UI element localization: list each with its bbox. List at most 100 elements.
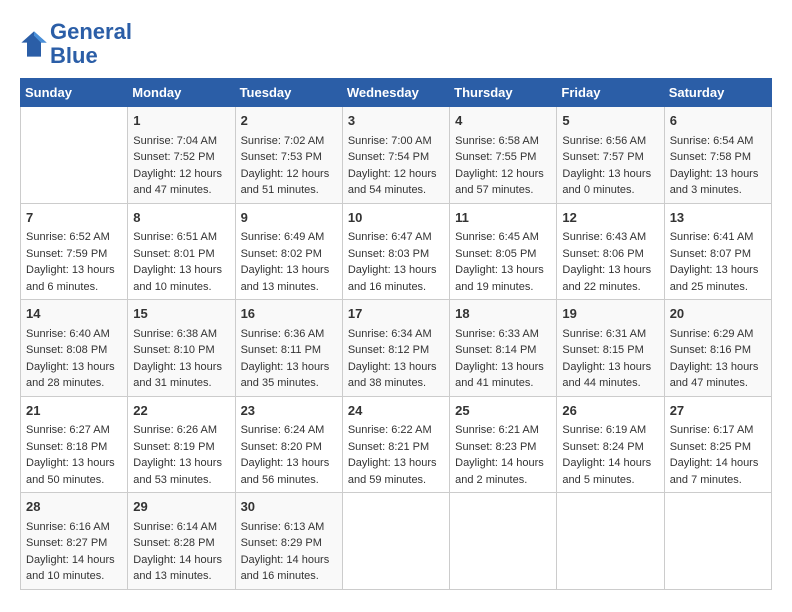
calendar-cell: 27Sunrise: 6:17 AMSunset: 8:25 PMDayligh… xyxy=(664,396,771,493)
cell-content-line: Daylight: 13 hours xyxy=(670,262,766,279)
calendar-cell: 16Sunrise: 6:36 AMSunset: 8:11 PMDayligh… xyxy=(235,300,342,397)
cell-content-line: Sunrise: 6:51 AM xyxy=(133,229,229,246)
cell-content-line: Sunrise: 7:02 AM xyxy=(241,133,337,150)
calendar-week-row: 14Sunrise: 6:40 AMSunset: 8:08 PMDayligh… xyxy=(21,300,772,397)
cell-content-line: Daylight: 12 hours xyxy=(133,166,229,183)
calendar-cell: 17Sunrise: 6:34 AMSunset: 8:12 PMDayligh… xyxy=(342,300,449,397)
calendar-cell xyxy=(450,493,557,590)
calendar-header-row: SundayMondayTuesdayWednesdayThursdayFrid… xyxy=(21,79,772,107)
calendar-cell: 4Sunrise: 6:58 AMSunset: 7:55 PMDaylight… xyxy=(450,107,557,204)
cell-content-line: Sunset: 8:05 PM xyxy=(455,246,551,263)
cell-content-line: Daylight: 14 hours xyxy=(26,552,122,569)
calendar-week-row: 28Sunrise: 6:16 AMSunset: 8:27 PMDayligh… xyxy=(21,493,772,590)
cell-content-line: and 2 minutes. xyxy=(455,472,551,489)
cell-content-line: and 50 minutes. xyxy=(26,472,122,489)
day-number: 26 xyxy=(562,401,658,421)
calendar-cell: 21Sunrise: 6:27 AMSunset: 8:18 PMDayligh… xyxy=(21,396,128,493)
day-number: 3 xyxy=(348,111,444,131)
day-number: 18 xyxy=(455,304,551,324)
logo-text: General Blue xyxy=(50,20,132,68)
cell-content-line: Sunset: 8:11 PM xyxy=(241,342,337,359)
cell-content-line: Sunrise: 6:45 AM xyxy=(455,229,551,246)
calendar-cell: 15 Sunrise: 6:38 AMSunset: 8:10 PMDayligh… xyxy=(128,300,235,397)
cell-content-line: Sunrise: 6:43 AM xyxy=(562,229,658,246)
cell-content-line: Sunset: 8:07 PM xyxy=(670,246,766,263)
calendar-week-row: 1Sunrise: 7:04 AMSunset: 7:52 PMDaylight… xyxy=(21,107,772,204)
cell-content-line: Daylight: 13 hours xyxy=(26,262,122,279)
cell-content-line: Sunrise: 6:22 AM xyxy=(348,422,444,439)
day-number: 2 xyxy=(241,111,337,131)
cell-content-line: Sunrise: 6:54 AM xyxy=(670,133,766,150)
cell-content-line: and 38 minutes. xyxy=(348,375,444,392)
calendar-cell: 22Sunrise: 6:26 AMSunset: 8:19 PMDayligh… xyxy=(128,396,235,493)
cell-content-line: and 47 minutes. xyxy=(670,375,766,392)
cell-content-line: Sunrise: 6:56 AM xyxy=(562,133,658,150)
cell-content-line: Sunset: 8:29 PM xyxy=(241,535,337,552)
cell-content-line: and 47 minutes. xyxy=(133,182,229,199)
cell-content-line: Sunrise: 6:21 AM xyxy=(455,422,551,439)
cell-content-line: Sunrise: 6:34 AM xyxy=(348,326,444,343)
cell-content-line: Sunset: 8:16 PM xyxy=(670,342,766,359)
cell-content-line: Daylight: 13 hours xyxy=(348,262,444,279)
cell-content-line: Sunrise: 6:33 AM xyxy=(455,326,551,343)
calendar-cell: 11Sunrise: 6:45 AMSunset: 8:05 PMDayligh… xyxy=(450,203,557,300)
cell-content-line: Sunrise: 6:29 AM xyxy=(670,326,766,343)
day-number: 17 xyxy=(348,304,444,324)
calendar-week-row: 7Sunrise: 6:52 AMSunset: 7:59 PMDaylight… xyxy=(21,203,772,300)
cell-content-line: Daylight: 14 hours xyxy=(241,552,337,569)
cell-content-line: Daylight: 13 hours xyxy=(241,262,337,279)
calendar-cell: 20 Sunrise: 6:29 AMSunset: 8:16 PMDayligh… xyxy=(664,300,771,397)
calendar-cell: 12Sunrise: 6:43 AMSunset: 8:06 PMDayligh… xyxy=(557,203,664,300)
calendar-cell: 14Sunrise: 6:40 AMSunset: 8:08 PMDayligh… xyxy=(21,300,128,397)
cell-content-line: Sunset: 8:01 PM xyxy=(133,246,229,263)
cell-content-line: Sunrise: 6:38 AM xyxy=(133,326,229,343)
cell-content-line: Daylight: 13 hours xyxy=(348,455,444,472)
day-number: 30 xyxy=(241,497,337,517)
cell-content-line: Daylight: 13 hours xyxy=(562,262,658,279)
cell-content-line: Daylight: 13 hours xyxy=(241,455,337,472)
cell-content-line: Sunset: 8:24 PM xyxy=(562,439,658,456)
day-number: 20 xyxy=(670,304,766,324)
cell-content-line: Daylight: 14 hours xyxy=(670,455,766,472)
calendar-cell: 5Sunrise: 6:56 AMSunset: 7:57 PMDaylight… xyxy=(557,107,664,204)
day-header-wednesday: Wednesday xyxy=(342,79,449,107)
day-number: 12 xyxy=(562,208,658,228)
cell-content-line: Daylight: 13 hours xyxy=(26,359,122,376)
cell-content-line: Sunset: 7:52 PM xyxy=(133,149,229,166)
cell-content-line: and 44 minutes. xyxy=(562,375,658,392)
cell-content-line: and 59 minutes. xyxy=(348,472,444,489)
cell-content-line: and 10 minutes. xyxy=(133,279,229,296)
day-number: 28 xyxy=(26,497,122,517)
cell-content-line: Sunset: 8:21 PM xyxy=(348,439,444,456)
cell-content-line: Daylight: 12 hours xyxy=(348,166,444,183)
cell-content-line: and 3 minutes. xyxy=(670,182,766,199)
cell-content-line: Sunrise: 6:26 AM xyxy=(133,422,229,439)
cell-content-line: Sunrise: 6:13 AM xyxy=(241,519,337,536)
cell-content-line: Sunrise: 6:40 AM xyxy=(26,326,122,343)
cell-content-line: Daylight: 13 hours xyxy=(670,359,766,376)
calendar-cell: 26Sunrise: 6:19 AMSunset: 8:24 PMDayligh… xyxy=(557,396,664,493)
cell-content-line: Sunrise: 6:16 AM xyxy=(26,519,122,536)
cell-content-line: Daylight: 13 hours xyxy=(26,455,122,472)
cell-content-line: and 6 minutes. xyxy=(26,279,122,296)
cell-content-line: Sunrise: 7:04 AM xyxy=(133,133,229,150)
cell-content-line: Sunset: 7:58 PM xyxy=(670,149,766,166)
cell-content-line: Daylight: 13 hours xyxy=(133,359,229,376)
cell-content-line: Sunrise: 6:52 AM xyxy=(26,229,122,246)
cell-content-line: Sunset: 8:12 PM xyxy=(348,342,444,359)
calendar-week-row: 21Sunrise: 6:27 AMSunset: 8:18 PMDayligh… xyxy=(21,396,772,493)
day-number: 22 xyxy=(133,401,229,421)
cell-content-line: Daylight: 12 hours xyxy=(455,166,551,183)
cell-content-line: and 35 minutes. xyxy=(241,375,337,392)
day-number: 15 xyxy=(133,304,229,324)
cell-content-line: Sunset: 8:18 PM xyxy=(26,439,122,456)
cell-content-line: Sunset: 8:28 PM xyxy=(133,535,229,552)
calendar-cell xyxy=(557,493,664,590)
cell-content-line: Sunset: 8:10 PM xyxy=(133,342,229,359)
cell-content-line: and 57 minutes. xyxy=(455,182,551,199)
calendar-cell: 9Sunrise: 6:49 AMSunset: 8:02 PMDaylight… xyxy=(235,203,342,300)
cell-content-line: Sunset: 8:03 PM xyxy=(348,246,444,263)
cell-content-line: Sunrise: 6:14 AM xyxy=(133,519,229,536)
day-number: 27 xyxy=(670,401,766,421)
cell-content-line: Sunrise: 6:49 AM xyxy=(241,229,337,246)
